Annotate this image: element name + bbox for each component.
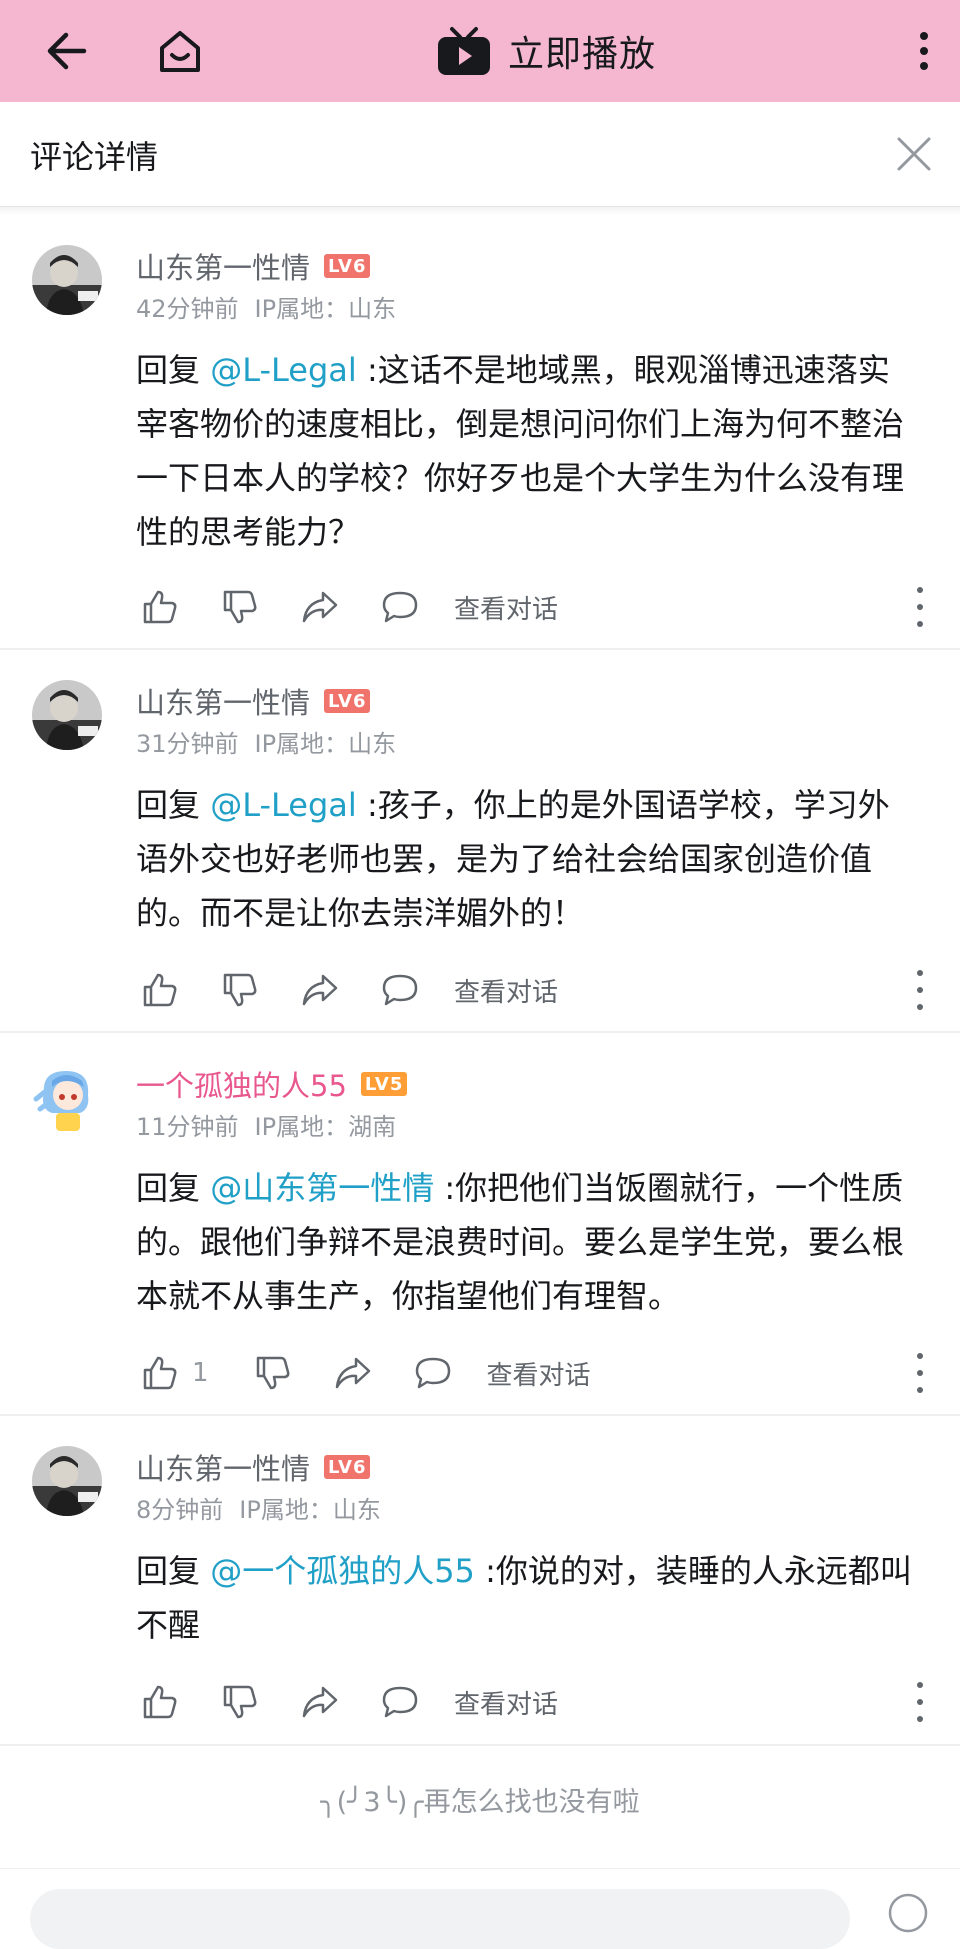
- thumb-up-icon[interactable]: [136, 583, 184, 631]
- comment-more-icon[interactable]: [910, 1353, 930, 1393]
- share-icon[interactable]: [296, 1678, 344, 1726]
- comment-actions: 查看对话: [136, 1678, 558, 1726]
- comment-bubble-icon[interactable]: [376, 966, 424, 1014]
- share-icon[interactable]: [329, 1349, 377, 1397]
- mention-link[interactable]: @L-Legal: [210, 786, 357, 824]
- username[interactable]: 山东第一性情: [136, 245, 310, 287]
- close-icon[interactable]: [894, 134, 934, 174]
- comment-time: 31分钟前: [136, 730, 239, 758]
- comment-meta: 31分钟前 IP属地：山东: [136, 724, 396, 759]
- view-conversation-link[interactable]: 查看对话: [454, 1684, 558, 1721]
- ip-location: IP属地：山东: [254, 295, 397, 323]
- tv-play-icon: [438, 27, 490, 75]
- comment-meta: 42分钟前 IP属地：山东: [136, 289, 396, 324]
- username-row: 山东第一性情 LV6: [136, 1446, 371, 1488]
- comment-text: 回复 @L-Legal :这话不是地域黑，眼观淄博迅速落实宰客物价的速度相比，倒…: [136, 343, 916, 559]
- header-divider: [0, 207, 960, 215]
- thumb-down-icon[interactable]: [216, 1678, 264, 1726]
- username-row: 山东第一性情 LV6: [136, 680, 371, 722]
- comment-text: 回复 @山东第一性情 :你把他们当饭圈就行，一个性质的。跟他们争辩不是浪费时间。…: [136, 1161, 916, 1323]
- play-now-button[interactable]: 立即播放: [436, 0, 656, 102]
- top-bar: 立即播放: [0, 0, 960, 102]
- avatar[interactable]: [32, 1063, 102, 1133]
- username[interactable]: 一个孤独的人55: [136, 1063, 347, 1105]
- ip-location: IP属地：山东: [254, 730, 397, 758]
- share-icon[interactable]: [296, 583, 344, 631]
- comment-meta: 11分钟前 IP属地：湖南: [136, 1107, 396, 1142]
- comment-more-icon[interactable]: [910, 1682, 930, 1722]
- mention-link[interactable]: @一个孤独的人55: [210, 1552, 475, 1590]
- comment-item: 山东第一性情 LV6 42分钟前 IP属地：山东 回复 @L-Legal :这话不…: [0, 215, 960, 650]
- comment-bubble-icon[interactable]: [409, 1349, 457, 1397]
- comment-item: 山东第一性情 LV6 8分钟前 IP属地：山东 回复 @一个孤独的人55 :你说的…: [0, 1416, 960, 1746]
- reply-prefix: 回复: [136, 1169, 211, 1207]
- avatar[interactable]: [32, 1446, 102, 1516]
- comment-time: 8分钟前: [136, 1496, 224, 1524]
- comment-bubble-icon[interactable]: [376, 1678, 424, 1726]
- page-title: 评论详情: [30, 138, 159, 176]
- username-row: 一个孤独的人55 LV5: [136, 1063, 408, 1105]
- comment-item: 山东第一性情 LV6 31分钟前 IP属地：山东 回复 @L-Legal :孩子，…: [0, 650, 960, 1033]
- emoji-icon[interactable]: [886, 1891, 930, 1935]
- share-icon[interactable]: [296, 966, 344, 1014]
- end-of-list-tip: ╮(╯3╰)╭再怎么找也没有啦: [320, 1787, 640, 1818]
- reply-prefix: 回复: [136, 1552, 211, 1590]
- level-badge: LV6: [324, 254, 371, 278]
- view-conversation-link[interactable]: 查看对话: [454, 589, 558, 626]
- reply-bar: [0, 1868, 960, 1949]
- comment-text: 回复 @一个孤独的人55 :你说的对，装睡的人永远都叫不醒: [136, 1544, 916, 1652]
- level-badge: LV5: [360, 1072, 408, 1096]
- username[interactable]: 山东第一性情: [136, 680, 310, 722]
- mention-link[interactable]: @山东第一性情: [210, 1169, 434, 1207]
- comment-time: 42分钟前: [136, 295, 239, 323]
- comment-actions: 1 查看对话: [136, 1349, 591, 1397]
- home-icon[interactable]: [144, 0, 216, 102]
- reply-input[interactable]: [30, 1889, 850, 1949]
- reply-prefix: 回复: [136, 351, 211, 389]
- mention-link[interactable]: @L-Legal: [210, 351, 357, 389]
- comment-time: 11分钟前: [136, 1113, 239, 1141]
- thumb-up-icon[interactable]: [136, 1349, 184, 1397]
- username[interactable]: 山东第一性情: [136, 1446, 310, 1488]
- comment-actions: 查看对话: [136, 966, 558, 1014]
- like-count: 1: [192, 1358, 209, 1388]
- comment-item: 一个孤独的人55 LV5 11分钟前 IP属地：湖南 回复 @山东第一性情 :你把…: [0, 1033, 960, 1416]
- reply-prefix: 回复: [136, 786, 211, 824]
- username-row: 山东第一性情 LV6: [136, 245, 371, 287]
- back-arrow-icon[interactable]: [34, 0, 98, 102]
- thumb-down-icon[interactable]: [249, 1349, 297, 1397]
- comment-bubble-icon[interactable]: [376, 583, 424, 631]
- divider: [0, 1744, 960, 1746]
- thumb-up-icon[interactable]: [136, 966, 184, 1014]
- view-conversation-link[interactable]: 查看对话: [487, 1355, 591, 1392]
- level-badge: LV6: [324, 689, 371, 713]
- comment-more-icon[interactable]: [910, 970, 930, 1010]
- ip-location: IP属地：湖南: [254, 1113, 397, 1141]
- play-now-label: 立即播放: [508, 34, 657, 75]
- thumb-up-icon[interactable]: [136, 1678, 184, 1726]
- avatar[interactable]: [32, 680, 102, 750]
- comment-meta: 8分钟前 IP属地：山东: [136, 1490, 381, 1525]
- comment-actions: 查看对话: [136, 583, 558, 631]
- comment-text: 回复 @L-Legal :孩子，你上的是外国语学校，学习外语外交也好老师也罢，是…: [136, 778, 916, 940]
- comment-detail-header: 评论详情: [0, 102, 960, 207]
- ip-location: IP属地：山东: [239, 1496, 381, 1524]
- thumb-down-icon[interactable]: [216, 583, 264, 631]
- more-vertical-icon[interactable]: [904, 0, 944, 102]
- level-badge: LV6: [324, 1455, 371, 1479]
- avatar[interactable]: [32, 245, 102, 315]
- comment-more-icon[interactable]: [910, 587, 930, 627]
- thumb-down-icon[interactable]: [216, 966, 264, 1014]
- view-conversation-link[interactable]: 查看对话: [454, 972, 558, 1009]
